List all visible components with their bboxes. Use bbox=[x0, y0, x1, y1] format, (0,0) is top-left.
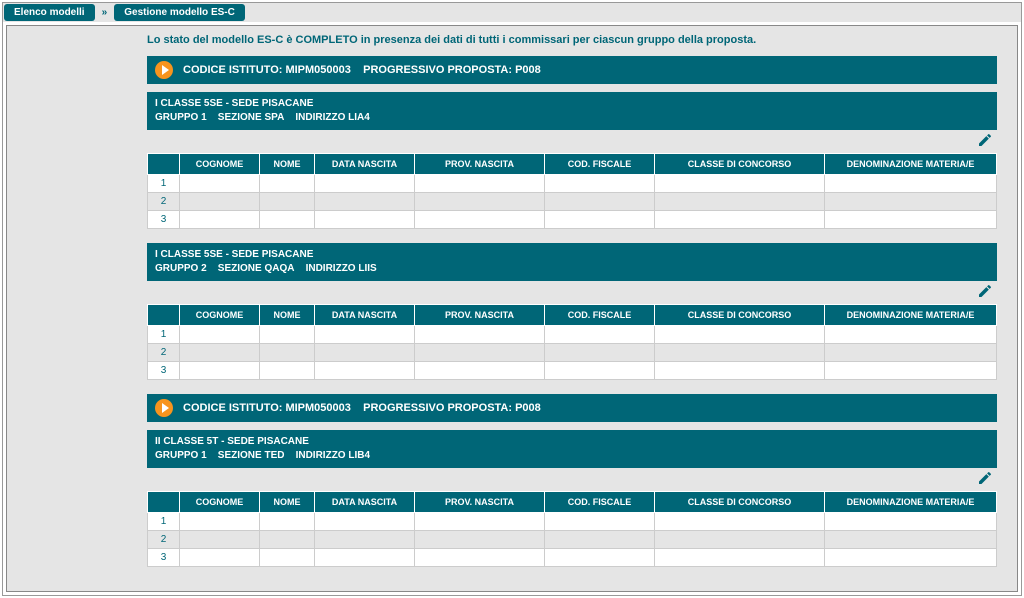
row-num: 3 bbox=[148, 549, 180, 567]
row-num: 1 bbox=[148, 326, 180, 344]
row-num: 2 bbox=[148, 531, 180, 549]
col-nome: NOME bbox=[260, 305, 315, 326]
col-data-nascita: DATA NASCITA bbox=[315, 305, 415, 326]
group-header-line1: II CLASSE 5T - SEDE PISACANE bbox=[155, 435, 989, 449]
col-cognome: COGNOME bbox=[180, 492, 260, 513]
col-blank bbox=[148, 154, 180, 175]
col-cognome: COGNOME bbox=[180, 154, 260, 175]
edit-icon[interactable] bbox=[977, 283, 993, 299]
col-data-nascita: DATA NASCITA bbox=[315, 154, 415, 175]
proposal-header-text: CODICE ISTITUTO: MIPM050003 PROGRESSIVO … bbox=[183, 402, 541, 414]
table-row: 2 bbox=[148, 193, 997, 211]
col-denominazione: DENOMINAZIONE MATERIA/E bbox=[825, 492, 997, 513]
group-header: I CLASSE 5SE - SEDE PISACANE GRUPPO 2 SE… bbox=[147, 243, 997, 281]
col-classe-concorso: CLASSE DI CONCORSO bbox=[655, 154, 825, 175]
commissari-table: COGNOME NOME DATA NASCITA PROV. NASCITA … bbox=[147, 491, 997, 567]
row-num: 2 bbox=[148, 193, 180, 211]
play-icon[interactable] bbox=[155, 399, 173, 417]
col-nome: NOME bbox=[260, 492, 315, 513]
col-cod-fiscale: COD. FISCALE bbox=[545, 305, 655, 326]
breadcrumb: Elenco modelli » Gestione modello ES-C bbox=[3, 3, 1021, 22]
row-num: 1 bbox=[148, 513, 180, 531]
group-header-line1: I CLASSE 5SE - SEDE PISACANE bbox=[155, 97, 989, 111]
status-message: Lo stato del modello ES-C è COMPLETO in … bbox=[147, 34, 1007, 46]
row-num: 3 bbox=[148, 211, 180, 229]
col-classe-concorso: CLASSE DI CONCORSO bbox=[655, 492, 825, 513]
col-blank bbox=[148, 305, 180, 326]
group-header-line1: I CLASSE 5SE - SEDE PISACANE bbox=[155, 248, 989, 262]
commissari-table: COGNOME NOME DATA NASCITA PROV. NASCITA … bbox=[147, 304, 997, 380]
breadcrumb-item-elenco[interactable]: Elenco modelli bbox=[4, 4, 95, 21]
group-header-line2: GRUPPO 2 SEZIONE QAQA INDIRIZZO LIIS bbox=[155, 262, 989, 276]
table-row: 2 bbox=[148, 344, 997, 362]
table-row: 1 bbox=[148, 326, 997, 344]
group-header-line2: GRUPPO 1 SEZIONE TED INDIRIZZO LIB4 bbox=[155, 449, 989, 463]
col-cognome: COGNOME bbox=[180, 305, 260, 326]
edit-icon[interactable] bbox=[977, 470, 993, 486]
commissari-table: COGNOME NOME DATA NASCITA PROV. NASCITA … bbox=[147, 153, 997, 229]
col-nome: NOME bbox=[260, 154, 315, 175]
col-cod-fiscale: COD. FISCALE bbox=[545, 154, 655, 175]
proposal-header: CODICE ISTITUTO: MIPM050003 PROGRESSIVO … bbox=[147, 56, 997, 84]
row-num: 3 bbox=[148, 362, 180, 380]
col-denominazione: DENOMINAZIONE MATERIA/E bbox=[825, 154, 997, 175]
play-icon[interactable] bbox=[155, 61, 173, 79]
col-data-nascita: DATA NASCITA bbox=[315, 492, 415, 513]
proposal-header: CODICE ISTITUTO: MIPM050003 PROGRESSIVO … bbox=[147, 394, 997, 422]
col-prov-nascita: PROV. NASCITA bbox=[415, 154, 545, 175]
breadcrumb-item-gestione[interactable]: Gestione modello ES-C bbox=[114, 4, 245, 21]
col-cod-fiscale: COD. FISCALE bbox=[545, 492, 655, 513]
row-num: 1 bbox=[148, 175, 180, 193]
col-blank bbox=[148, 492, 180, 513]
group-header-line2: GRUPPO 1 SEZIONE SPA INDIRIZZO LIA4 bbox=[155, 111, 989, 125]
table-row: 3 bbox=[148, 549, 997, 567]
group-header: II CLASSE 5T - SEDE PISACANE GRUPPO 1 SE… bbox=[147, 430, 997, 468]
edit-icon[interactable] bbox=[977, 132, 993, 148]
row-num: 2 bbox=[148, 344, 180, 362]
table-row: 3 bbox=[148, 362, 997, 380]
col-denominazione: DENOMINAZIONE MATERIA/E bbox=[825, 305, 997, 326]
group-header: I CLASSE 5SE - SEDE PISACANE GRUPPO 1 SE… bbox=[147, 92, 997, 130]
col-prov-nascita: PROV. NASCITA bbox=[415, 305, 545, 326]
table-row: 1 bbox=[148, 513, 997, 531]
proposal-header-text: CODICE ISTITUTO: MIPM050003 PROGRESSIVO … bbox=[183, 64, 541, 76]
col-prov-nascita: PROV. NASCITA bbox=[415, 492, 545, 513]
table-row: 3 bbox=[148, 211, 997, 229]
breadcrumb-arrow-icon: » bbox=[99, 7, 111, 18]
col-classe-concorso: CLASSE DI CONCORSO bbox=[655, 305, 825, 326]
table-row: 2 bbox=[148, 531, 997, 549]
table-row: 1 bbox=[148, 175, 997, 193]
